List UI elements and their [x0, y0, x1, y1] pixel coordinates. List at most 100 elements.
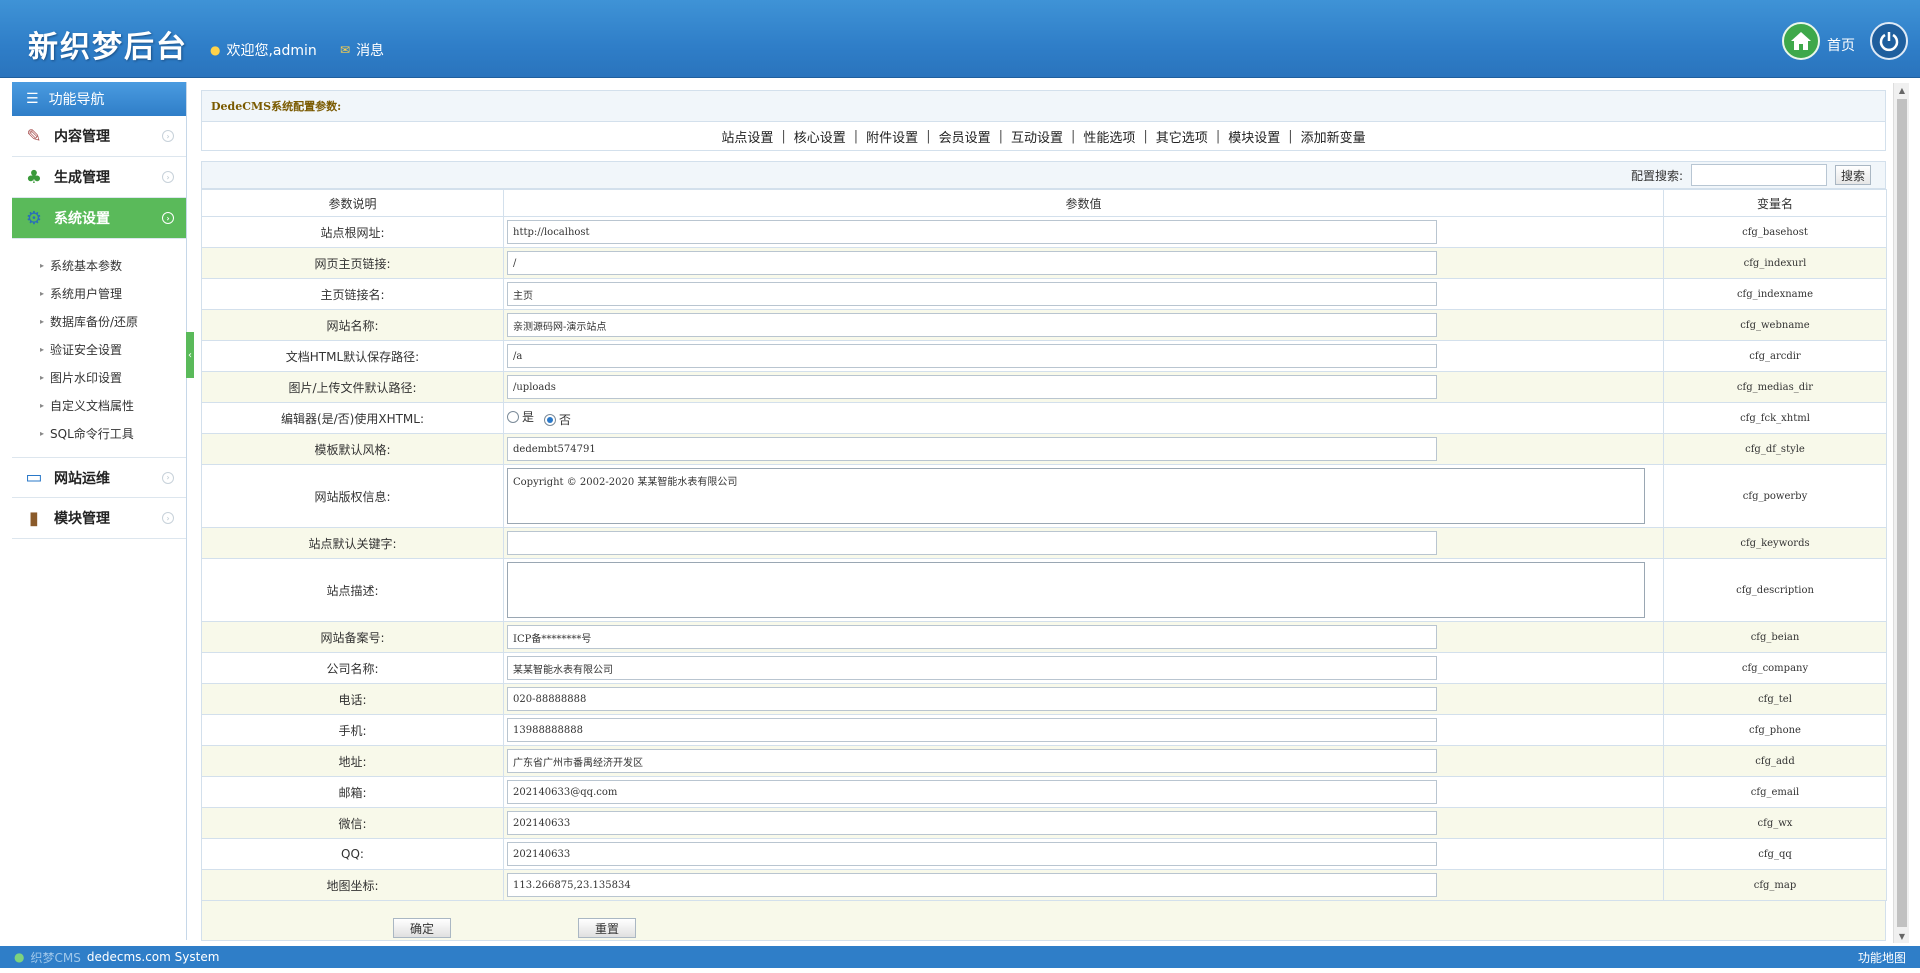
home-button[interactable] [1782, 22, 1820, 60]
column-header: 参数值 [503, 189, 1664, 217]
top-header: 新织梦后台 ● 欢迎您,admin ✉ 消息 首页 [0, 0, 1920, 78]
param-input[interactable]: 主页 [507, 282, 1437, 306]
sidebar-item-watermark[interactable]: ▸ 图片水印设置 [40, 363, 186, 391]
param-input[interactable]: /a [507, 344, 1437, 368]
param-varname: cfg_company [1663, 652, 1887, 684]
param-textarea[interactable]: Copyright © 2002-2020 某某智能水表有限公司 [507, 468, 1645, 524]
welcome-user[interactable]: ● 欢迎您,admin [210, 40, 317, 60]
chevron-right-icon: › [162, 130, 174, 142]
param-input[interactable]: dedembt574791 [507, 437, 1437, 461]
param-input[interactable]: 广东省广州市番禺经济开发区 [507, 749, 1437, 773]
vertical-scrollbar[interactable]: ▲ ▼ [1893, 83, 1909, 943]
param-input[interactable]: 亲测源码网-演示站点 [507, 313, 1437, 337]
tree-icon: ♣ [25, 166, 43, 188]
sidebar-item-label: SQL命令行工具 [50, 426, 134, 441]
scroll-up-icon[interactable]: ▲ [1894, 83, 1910, 97]
config-search-input[interactable] [1691, 164, 1827, 186]
sidebar-item-db-backup[interactable]: ▸ 数据库备份/还原 [40, 307, 186, 335]
column-header: 变量名 [1663, 189, 1887, 217]
sidebar-item-user-manage[interactable]: ▸ 系统用户管理 [40, 279, 186, 307]
sidebar-item-sql-tool[interactable]: ▸ SQL命令行工具 [40, 419, 186, 447]
param-label: 网站版权信息: [201, 464, 504, 528]
edit-icon: ✎ [26, 125, 42, 147]
param-input[interactable]: 113.266875,23.135834 [507, 873, 1437, 897]
param-label: 站点描述: [201, 558, 504, 622]
tab-attachment[interactable]: 附件设置 [858, 127, 926, 146]
table-row: 文档HTML默认保存路径: /a cfg_arcdir [201, 340, 1887, 372]
param-value-cell: 202140633 [503, 838, 1664, 870]
param-input[interactable]: http://localhost [507, 220, 1437, 244]
search-button[interactable]: 搜索 [1835, 165, 1871, 185]
sitemap-link[interactable]: 功能地图 [1858, 949, 1906, 966]
param-varname: cfg_map [1663, 869, 1887, 901]
param-input[interactable]: /uploads [507, 375, 1437, 399]
param-input[interactable]: 020-88888888 [507, 687, 1437, 711]
list-icon: ☰ [26, 91, 39, 107]
xhtml-no-radio[interactable]: 否 [543, 411, 571, 428]
param-label: 地图坐标: [201, 869, 504, 901]
param-varname: cfg_arcdir [1663, 340, 1887, 372]
param-label: 邮箱: [201, 776, 504, 808]
param-input[interactable]: 202140633@qq.com [507, 780, 1437, 804]
messages-text: 消息 [356, 43, 385, 59]
param-input[interactable]: / [507, 251, 1437, 275]
table-row: QQ: 202140633 cfg_qq [201, 838, 1887, 870]
tab-performance[interactable]: 性能选项 [1075, 127, 1143, 146]
param-input[interactable]: 13988888888 [507, 718, 1437, 742]
sidebar-group-modules[interactable]: ▮ 模块管理 › [12, 498, 186, 539]
sidebar-group-content[interactable]: ✎ 内容管理 › [12, 116, 186, 157]
tab-add-variable[interactable]: 添加新变量 [1293, 127, 1374, 146]
scroll-down-icon[interactable]: ▼ [1894, 929, 1910, 943]
param-input[interactable]: 202140633 [507, 842, 1437, 866]
param-input[interactable]: ICP备********号 [507, 625, 1437, 649]
param-value-cell [503, 527, 1664, 559]
welcome-text: 欢迎您,admin [226, 43, 317, 59]
sidebar-group-system[interactable]: ⚙ 系统设置 › [12, 198, 186, 239]
xhtml-yes-radio[interactable]: 是 [507, 408, 534, 425]
logout-button[interactable] [1870, 22, 1908, 60]
param-label: 站点默认关键字: [201, 527, 504, 559]
tab-interaction[interactable]: 互动设置 [1003, 127, 1071, 146]
param-label: 手机: [201, 714, 504, 746]
param-varname: cfg_medias_dir [1663, 371, 1887, 403]
scrollbar-thumb[interactable] [1897, 99, 1907, 927]
tab-other[interactable]: 其它选项 [1148, 127, 1216, 146]
param-value-cell: 020-88888888 [503, 683, 1664, 715]
gears-icon: ⚙ [25, 207, 43, 229]
sidebar-group-label: 生成管理 [54, 170, 110, 186]
table-row: 电话: 020-88888888 cfg_tel [201, 683, 1887, 715]
radio-button-selected[interactable] [543, 413, 556, 426]
chevron-right-icon: › [162, 212, 174, 224]
submit-button[interactable]: 确定 [393, 918, 451, 938]
param-value-cell: 13988888888 [503, 714, 1664, 746]
tab-module[interactable]: 模块设置 [1220, 127, 1288, 146]
bullet-icon: ▸ [40, 400, 45, 410]
home-link[interactable]: 首页 [1827, 35, 1855, 55]
param-varname: cfg_webname [1663, 309, 1887, 341]
radio-label: 否 [558, 413, 571, 427]
tab-core[interactable]: 核心设置 [786, 127, 854, 146]
sidebar-group-ops[interactable]: ▭ 网站运维 › [12, 457, 186, 498]
table-row: 站点描述: cfg_description [201, 558, 1887, 622]
sidebar-group-generate[interactable]: ♣ 生成管理 › [12, 157, 186, 198]
messages-link[interactable]: ✉ 消息 [340, 40, 384, 60]
chevron-left-icon: ‹ [188, 349, 192, 361]
param-input[interactable]: 202140633 [507, 811, 1437, 835]
bullet-icon: ▸ [40, 260, 45, 270]
sidebar-item-basic-params[interactable]: ▸ 系统基本参数 [40, 251, 186, 279]
tab-member[interactable]: 会员设置 [931, 127, 999, 146]
sidebar-collapse-toggle[interactable]: ‹ [186, 332, 194, 378]
radio-button[interactable] [507, 410, 519, 423]
param-textarea[interactable] [507, 562, 1645, 618]
user-icon: ● [210, 43, 221, 57]
param-label: 网站名称: [201, 309, 504, 341]
param-varname: cfg_description [1663, 558, 1887, 622]
sidebar-item-security[interactable]: ▸ 验证安全设置 [40, 335, 186, 363]
reset-button[interactable]: 重置 [578, 918, 636, 938]
chevron-right-icon: › [162, 471, 174, 484]
sidebar-item-doc-attrs[interactable]: ▸ 自定义文档属性 [40, 391, 186, 419]
power-icon [1879, 32, 1899, 52]
param-input[interactable]: 某某智能水表有限公司 [507, 656, 1437, 680]
tab-site[interactable]: 站点设置 [713, 127, 781, 146]
param-input[interactable] [507, 531, 1437, 555]
